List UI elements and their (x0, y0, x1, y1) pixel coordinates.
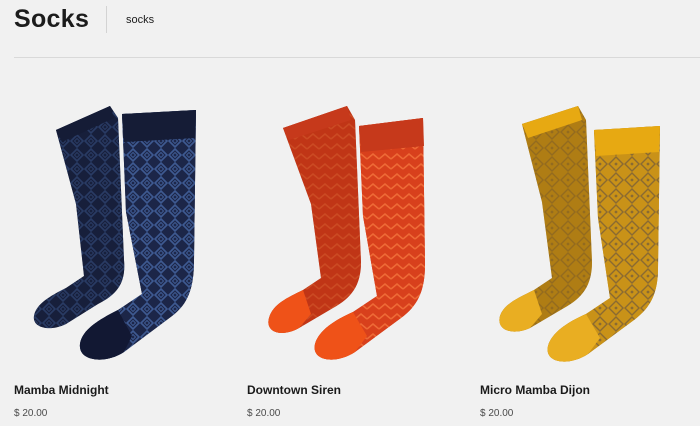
breadcrumb[interactable]: socks (126, 13, 154, 27)
product-price: $ 20.00 (247, 408, 281, 419)
product-name[interactable]: Micro Mamba Dijon (480, 383, 590, 398)
product-image[interactable] (14, 92, 224, 370)
header-rule (14, 57, 700, 58)
product-name[interactable]: Downtown Siren (247, 383, 341, 398)
product-card[interactable]: Downtown Siren $ 20.00 (247, 92, 457, 426)
product-price: $ 20.00 (14, 408, 48, 419)
product-image[interactable] (247, 92, 457, 370)
page-title: Socks (14, 5, 90, 33)
product-price: $ 20.00 (480, 408, 514, 419)
page-header: Socks socks (0, 0, 700, 58)
product-card[interactable]: Micro Mamba Dijon $ 20.00 (480, 92, 690, 426)
product-name[interactable]: Mamba Midnight (14, 383, 109, 398)
product-image[interactable] (480, 92, 690, 370)
product-card[interactable]: Mamba Midnight $ 20.00 (14, 92, 224, 426)
header-divider (106, 6, 107, 33)
